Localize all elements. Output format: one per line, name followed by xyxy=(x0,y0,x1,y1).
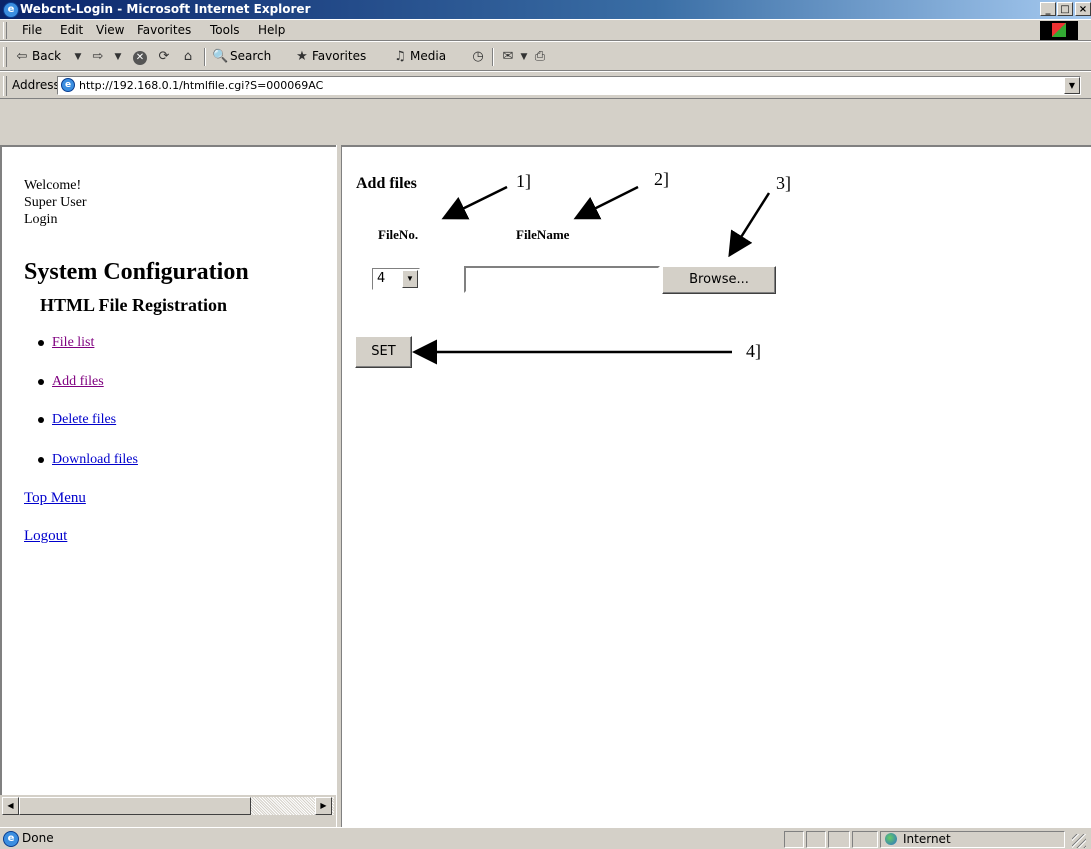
standard-toolbar: ⇦ Back ▼ ⇨ ▼ ✕ ⟳ ⌂ 🔍 Search ★ Favorites … xyxy=(0,41,1091,71)
minimize-button[interactable]: _ xyxy=(1040,2,1056,16)
favorites-star-icon: ★ xyxy=(296,49,308,64)
zone-panel: Internet xyxy=(880,831,1065,848)
menu-view[interactable]: View xyxy=(96,23,124,37)
maximize-button[interactable]: □ xyxy=(1057,2,1073,16)
print-icon[interactable]: ⎙ xyxy=(532,49,548,65)
menubar-grip xyxy=(3,22,7,39)
file-list-link[interactable]: File list xyxy=(52,335,94,351)
annotation-label-2: 2] xyxy=(654,169,669,189)
bullet-icon xyxy=(38,379,44,385)
toolbar-separator xyxy=(204,48,206,66)
annotation-arrows xyxy=(412,185,771,365)
annotation-label-4: 4] xyxy=(746,341,761,361)
globe-icon xyxy=(885,833,897,845)
favorites-button[interactable]: ★ Favorites xyxy=(294,46,389,68)
status-panel xyxy=(806,831,826,848)
delete-files-link[interactable]: Delete files xyxy=(52,412,116,428)
left-frame: Welcome! Super User Login System Configu… xyxy=(0,145,336,795)
media-label: Media xyxy=(410,49,447,63)
user-name: Super User xyxy=(24,195,87,210)
menu-tools[interactable]: Tools xyxy=(210,23,240,37)
menu-help[interactable]: Help xyxy=(258,23,285,37)
scroll-right-icon[interactable]: ▶ xyxy=(315,797,332,815)
history-icon[interactable]: ◷ xyxy=(470,49,486,65)
arrow-3 xyxy=(728,192,771,258)
back-arrow-icon: ⇦ xyxy=(16,49,28,64)
address-dropdown-icon[interactable]: ▼ xyxy=(1064,77,1080,94)
close-button[interactable]: × xyxy=(1075,2,1091,16)
address-bar: Address e http://192.168.0.1/htmlfile.cg… xyxy=(0,71,1091,99)
mail-icon[interactable]: ✉ xyxy=(500,49,516,65)
annotation-label-1: 1] xyxy=(516,171,531,191)
bullet-icon xyxy=(38,340,44,346)
annotation-label-3: 3] xyxy=(776,173,791,193)
media-icon: ♫ xyxy=(394,49,406,64)
address-label: Address xyxy=(12,78,60,92)
chevron-down-icon[interactable]: ▼ xyxy=(70,49,86,65)
status-bar: e Done Internet xyxy=(0,827,1091,849)
toolbar-grip xyxy=(3,47,7,67)
system-configuration-heading: System Configuration xyxy=(24,259,249,285)
page-done-icon: e xyxy=(3,831,19,847)
favorites-label: Favorites xyxy=(312,49,367,63)
toolbar-separator xyxy=(492,48,494,66)
ie-logo-icon: e xyxy=(3,2,19,18)
menu-edit[interactable]: Edit xyxy=(60,23,83,37)
title-bar: e Webcnt-Login - Microsoft Internet Expl… xyxy=(0,0,1091,19)
home-icon[interactable]: ⌂ xyxy=(180,49,196,65)
status-text: Done xyxy=(22,831,54,845)
addressbar-grip xyxy=(3,76,7,96)
status-panel xyxy=(852,831,878,848)
address-url: http://192.168.0.1/htmlfile.cgi?S=000069… xyxy=(79,79,324,92)
window-title: Webcnt-Login - Microsoft Internet Explor… xyxy=(20,2,311,16)
forward-arrow-icon[interactable]: ⇨ xyxy=(90,49,106,65)
frame-border xyxy=(0,99,1091,145)
resize-grip-icon[interactable] xyxy=(1072,834,1086,848)
forward-dropdown-icon[interactable]: ▼ xyxy=(110,49,126,65)
download-files-link[interactable]: Download files xyxy=(52,452,138,468)
scroll-left-icon[interactable]: ◀ xyxy=(2,797,19,815)
welcome-text: Welcome! xyxy=(24,178,82,193)
top-menu-link[interactable]: Top Menu xyxy=(24,490,86,507)
zone-text: Internet xyxy=(903,832,951,846)
stop-icon[interactable]: ✕ xyxy=(132,49,148,65)
add-files-link[interactable]: Add files xyxy=(52,374,104,390)
media-button[interactable]: ♫ Media xyxy=(392,46,472,68)
back-label: Back xyxy=(32,49,62,63)
bullet-icon xyxy=(38,417,44,423)
login-text: Login xyxy=(24,212,58,227)
status-panel xyxy=(784,831,804,848)
menu-file[interactable]: File xyxy=(22,23,42,37)
refresh-icon[interactable]: ⟳ xyxy=(156,49,172,65)
windows-throbber xyxy=(1040,21,1078,40)
address-input[interactable]: e http://192.168.0.1/htmlfile.cgi?S=0000… xyxy=(57,76,1081,95)
status-panel xyxy=(828,831,850,848)
menu-bar: File Edit View Favorites Tools Help xyxy=(0,19,1091,41)
html-file-registration-heading: HTML File Registration xyxy=(40,295,227,315)
logout-link[interactable]: Logout xyxy=(24,528,67,545)
page-icon: e xyxy=(61,78,75,92)
left-frame-scrollbar[interactable]: ◀ ▶ xyxy=(0,795,336,827)
arrow-1 xyxy=(441,185,508,220)
windows-flag-icon xyxy=(1052,23,1066,37)
arrow-2 xyxy=(573,185,639,220)
scrollbar-thumb[interactable] xyxy=(19,797,251,815)
bullet-icon xyxy=(38,457,44,463)
right-frame: Add files FileNo. FileName 4 ▼ Browse...… xyxy=(342,145,1091,827)
menu-favorites[interactable]: Favorites xyxy=(137,23,191,37)
mail-dropdown-icon[interactable]: ▼ xyxy=(516,49,532,65)
search-button[interactable]: 🔍 Search xyxy=(212,46,292,68)
search-label: Search xyxy=(230,49,272,63)
search-icon: 🔍 xyxy=(212,49,229,64)
